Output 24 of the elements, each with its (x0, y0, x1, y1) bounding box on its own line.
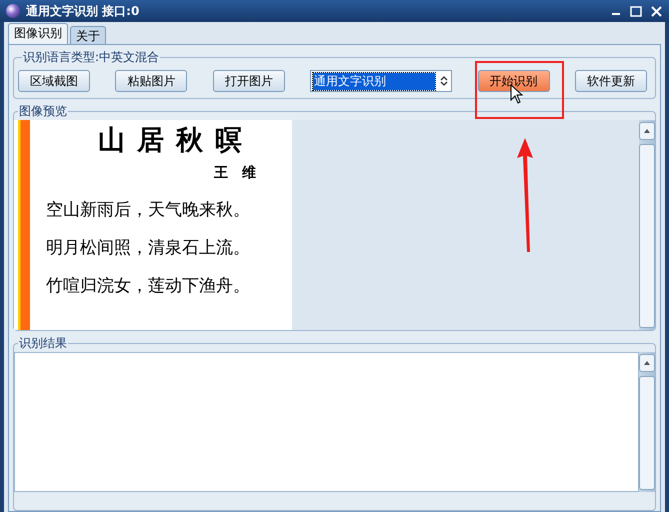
engine-select[interactable]: 通用文字识别 (310, 70, 452, 92)
group-label: 识别语言类型:中英文混合 (22, 49, 160, 66)
group-label: 识别结果 (18, 335, 68, 352)
close-icon[interactable] (649, 4, 663, 18)
tab[interactable]: 关于 (70, 26, 106, 44)
start-button[interactable]: 开始识别 (478, 70, 550, 92)
scroll-up-icon[interactable] (644, 361, 650, 365)
poem-author: 王 维 (214, 164, 256, 182)
app-icon (6, 4, 20, 18)
toolbar-button[interactable]: 软件更新 (574, 70, 647, 92)
scrollbar[interactable] (639, 352, 655, 492)
toolbar-button[interactable]: 区域截图 (18, 70, 90, 92)
toolbar-button[interactable]: 打开图片 (212, 70, 285, 92)
scroll-up-icon[interactable] (644, 129, 650, 133)
toolbar-button[interactable]: 粘贴图片 (115, 70, 188, 92)
maximize-icon[interactable] (629, 4, 643, 18)
poem-title: 山居秋暝 (98, 124, 254, 158)
tab[interactable]: 图像识别 (8, 23, 68, 44)
scrollbar[interactable] (639, 120, 655, 330)
poem-line: 竹喧归浣女，莲动下渔舟。 (46, 275, 251, 297)
poem-line: 空山新雨后，天气晚来秋。 (46, 199, 251, 221)
group-label: 图像预览 (18, 103, 68, 120)
window-title: 通用文字识别 接口:0 (26, 2, 140, 20)
poem-line: 明月松间照，清泉石上流。 (46, 237, 251, 259)
